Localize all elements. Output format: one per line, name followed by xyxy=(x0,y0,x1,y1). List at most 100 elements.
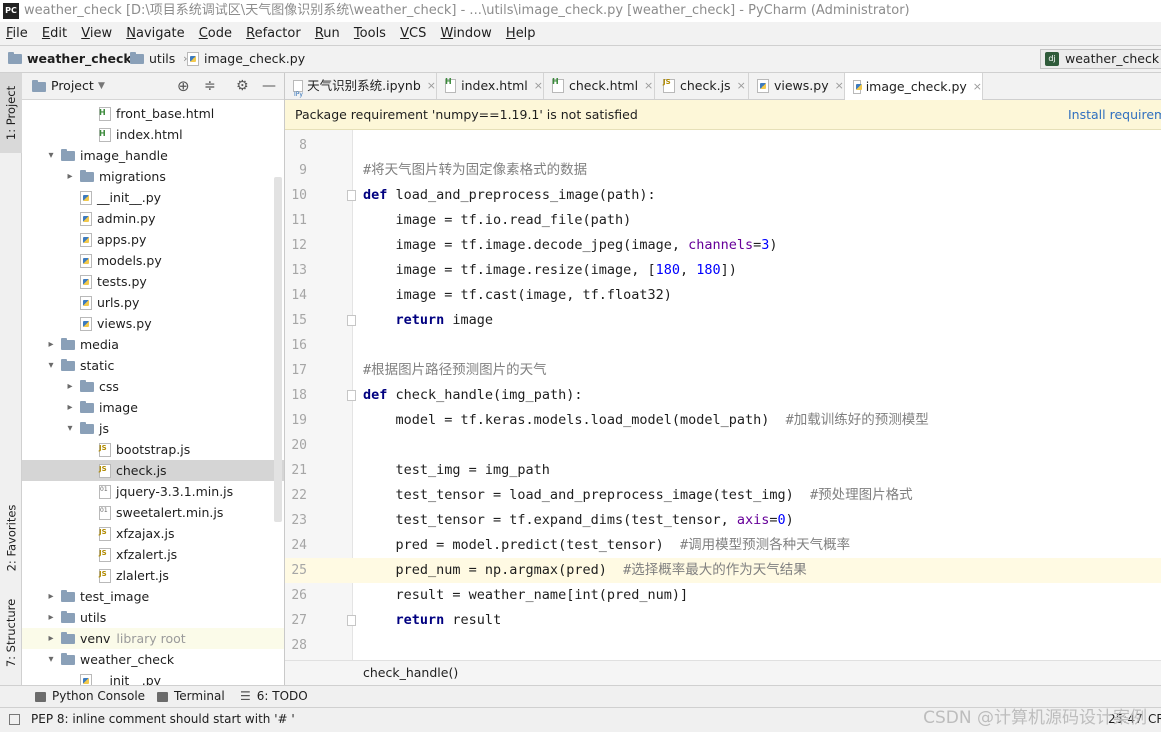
nav-crumb-file[interactable]: image_check.py xyxy=(187,46,305,72)
tree-item[interactable]: ▾ static xyxy=(22,355,284,376)
fold-marker-icon[interactable] xyxy=(347,615,356,626)
status-toggle-icon[interactable] xyxy=(9,714,20,725)
code-line[interactable]: 9 #将天气图片转为固定像素格式的数据 xyxy=(285,158,1161,183)
fold-marker-icon[interactable] xyxy=(347,390,356,401)
chevron-down-icon[interactable]: ▼ xyxy=(98,73,105,99)
code-line[interactable]: 20 xyxy=(285,433,1161,458)
tree-item[interactable]: admin.py xyxy=(22,208,284,229)
chevron-down-icon[interactable]: ▾ xyxy=(64,418,76,439)
tree-item[interactable]: ▸ media xyxy=(22,334,284,355)
editor-breadcrumb[interactable]: check_handle() xyxy=(363,661,458,685)
tree-item[interactable]: views.py xyxy=(22,313,284,334)
code-line[interactable]: 11 image = tf.io.read_file(path) xyxy=(285,208,1161,233)
close-icon[interactable]: × xyxy=(737,73,746,99)
code-line[interactable]: 21 test_img = img_path xyxy=(285,458,1161,483)
code-line[interactable]: 26 result = weather_name[int(pred_num)] xyxy=(285,583,1161,608)
close-icon[interactable]: × xyxy=(534,73,543,99)
code-line[interactable]: 10 def load_and_preprocess_image(path): xyxy=(285,183,1161,208)
code-line[interactable]: 24 pred = model.predict(test_tensor) #调用… xyxy=(285,533,1161,558)
editor-tab[interactable]: index.html × xyxy=(437,69,544,99)
menu-tools[interactable]: Tools xyxy=(354,22,386,45)
chevron-right-icon[interactable]: ▸ xyxy=(45,628,57,649)
tree-item[interactable]: ▸ test_image xyxy=(22,586,284,607)
editor-tab[interactable]: check.html × xyxy=(544,69,655,99)
todo-button[interactable]: ☰ 6: TODO xyxy=(240,686,308,707)
chevron-right-icon[interactable]: ▸ xyxy=(45,586,57,607)
tree-item[interactable]: xfzalert.js xyxy=(22,543,284,565)
code-line[interactable]: 25 pred_num = np.argmax(pred) #选择概率最大的作为… xyxy=(285,558,1161,583)
tree-item[interactable]: apps.py xyxy=(22,229,284,250)
tree-item[interactable]: xfzajax.js xyxy=(22,522,284,544)
tree-item[interactable]: check.js xyxy=(22,459,284,481)
locate-icon[interactable]: ⊕ xyxy=(177,73,190,99)
chevron-right-icon[interactable]: ▸ xyxy=(45,334,57,355)
run-configuration-select[interactable]: dj weather_check xyxy=(1040,49,1161,69)
tree-item[interactable]: ▸ venv library root xyxy=(22,628,284,649)
tool-tab-project[interactable]: 1: Project xyxy=(0,73,22,153)
tree-item[interactable]: tests.py xyxy=(22,271,284,292)
menu-view[interactable]: View xyxy=(81,22,112,45)
install-requirement-link[interactable]: Install requirement xyxy=(1068,100,1161,129)
tree-item[interactable]: jquery-3.3.1.min.js xyxy=(22,479,284,502)
tree-item[interactable]: ▸ css xyxy=(22,376,284,397)
code-line[interactable]: 15 return image xyxy=(285,308,1161,333)
code-line[interactable]: 27 return result xyxy=(285,608,1161,633)
close-icon[interactable]: × xyxy=(644,73,653,99)
fold-marker-icon[interactable] xyxy=(347,315,356,326)
gear-icon[interactable]: ⚙ xyxy=(236,73,249,99)
menu-window[interactable]: Window xyxy=(440,22,491,45)
tree-item[interactable]: index.html xyxy=(22,123,284,145)
nav-crumb-folder[interactable]: utils › xyxy=(130,46,195,72)
editor-tab[interactable]: image_check.py × xyxy=(845,73,983,100)
menu-code[interactable]: Code xyxy=(199,22,232,45)
menu-help[interactable]: Help xyxy=(506,22,536,45)
tree-item[interactable]: urls.py xyxy=(22,292,284,313)
fold-marker-icon[interactable] xyxy=(347,190,356,201)
tree-item[interactable]: ▾ image_handle xyxy=(22,145,284,166)
tool-tab-structure[interactable]: 7: Structure xyxy=(0,588,22,678)
editor-tab[interactable]: views.py × xyxy=(749,73,845,99)
menu-vcs[interactable]: VCS xyxy=(400,22,426,45)
code-line[interactable]: 22 test_tensor = load_and_preprocess_ima… xyxy=(285,483,1161,508)
tree-scrollbar[interactable] xyxy=(274,177,282,522)
menu-refactor[interactable]: Refactor xyxy=(246,22,301,45)
tree-item[interactable]: ▾ js xyxy=(22,418,284,439)
code-line[interactable]: 16 xyxy=(285,333,1161,358)
close-icon[interactable]: × xyxy=(973,74,982,100)
code-line[interactable]: 17 #根据图片路径预测图片的天气 xyxy=(285,358,1161,383)
code-line[interactable]: 14 image = tf.cast(image, tf.float32) xyxy=(285,283,1161,308)
code-editor[interactable]: 8 9 #将天气图片转为固定像素格式的数据 10 def load_and_prepro… xyxy=(285,130,1161,660)
chevron-right-icon[interactable]: ▸ xyxy=(64,376,76,397)
editor-tab[interactable]: check.js × xyxy=(655,69,749,99)
tool-tab-favorites[interactable]: 2: Favorites xyxy=(0,493,22,583)
chevron-right-icon[interactable]: ▸ xyxy=(64,397,76,418)
close-icon[interactable]: × xyxy=(835,73,844,99)
tree-item[interactable]: bootstrap.js xyxy=(22,438,284,460)
hide-panel-icon[interactable]: — xyxy=(262,73,276,99)
project-panel-title[interactable]: Project xyxy=(51,73,94,99)
code-line[interactable]: 13 image = tf.image.resize(image, [180, … xyxy=(285,258,1161,283)
tree-item[interactable]: ▾ weather_check xyxy=(22,649,284,670)
chevron-down-icon[interactable]: ▾ xyxy=(45,649,57,670)
menu-run[interactable]: Run xyxy=(315,22,340,45)
code-line[interactable]: 28 xyxy=(285,633,1161,658)
line-separator[interactable]: CRLF xyxy=(1148,708,1161,731)
tree-item[interactable]: ▸ migrations xyxy=(22,166,284,187)
code-line[interactable]: 23 test_tensor = tf.expand_dims(test_ten… xyxy=(285,508,1161,533)
tree-item[interactable]: ▸ image xyxy=(22,397,284,418)
code-line[interactable]: 19 model = tf.keras.models.load_model(mo… xyxy=(285,408,1161,433)
menu-navigate[interactable]: Navigate xyxy=(126,22,184,45)
chevron-right-icon[interactable]: ▸ xyxy=(45,607,57,628)
chevron-down-icon[interactable]: ▾ xyxy=(45,355,57,376)
chevron-right-icon[interactable]: ▸ xyxy=(64,166,76,187)
code-line[interactable]: 12 image = tf.image.decode_jpeg(image, c… xyxy=(285,233,1161,258)
close-icon[interactable]: × xyxy=(427,73,436,99)
tree-item[interactable]: sweetalert.min.js xyxy=(22,500,284,523)
terminal-button[interactable]: Terminal xyxy=(157,686,225,707)
tree-item[interactable]: ▸ utils xyxy=(22,607,284,628)
menu-edit[interactable]: Edit xyxy=(42,22,67,45)
code-line[interactable]: 8 xyxy=(285,133,1161,158)
python-console-button[interactable]: Python Console xyxy=(35,686,145,707)
tree-item[interactable]: front_base.html xyxy=(22,102,284,124)
tree-item[interactable]: __init__.py xyxy=(22,670,284,685)
